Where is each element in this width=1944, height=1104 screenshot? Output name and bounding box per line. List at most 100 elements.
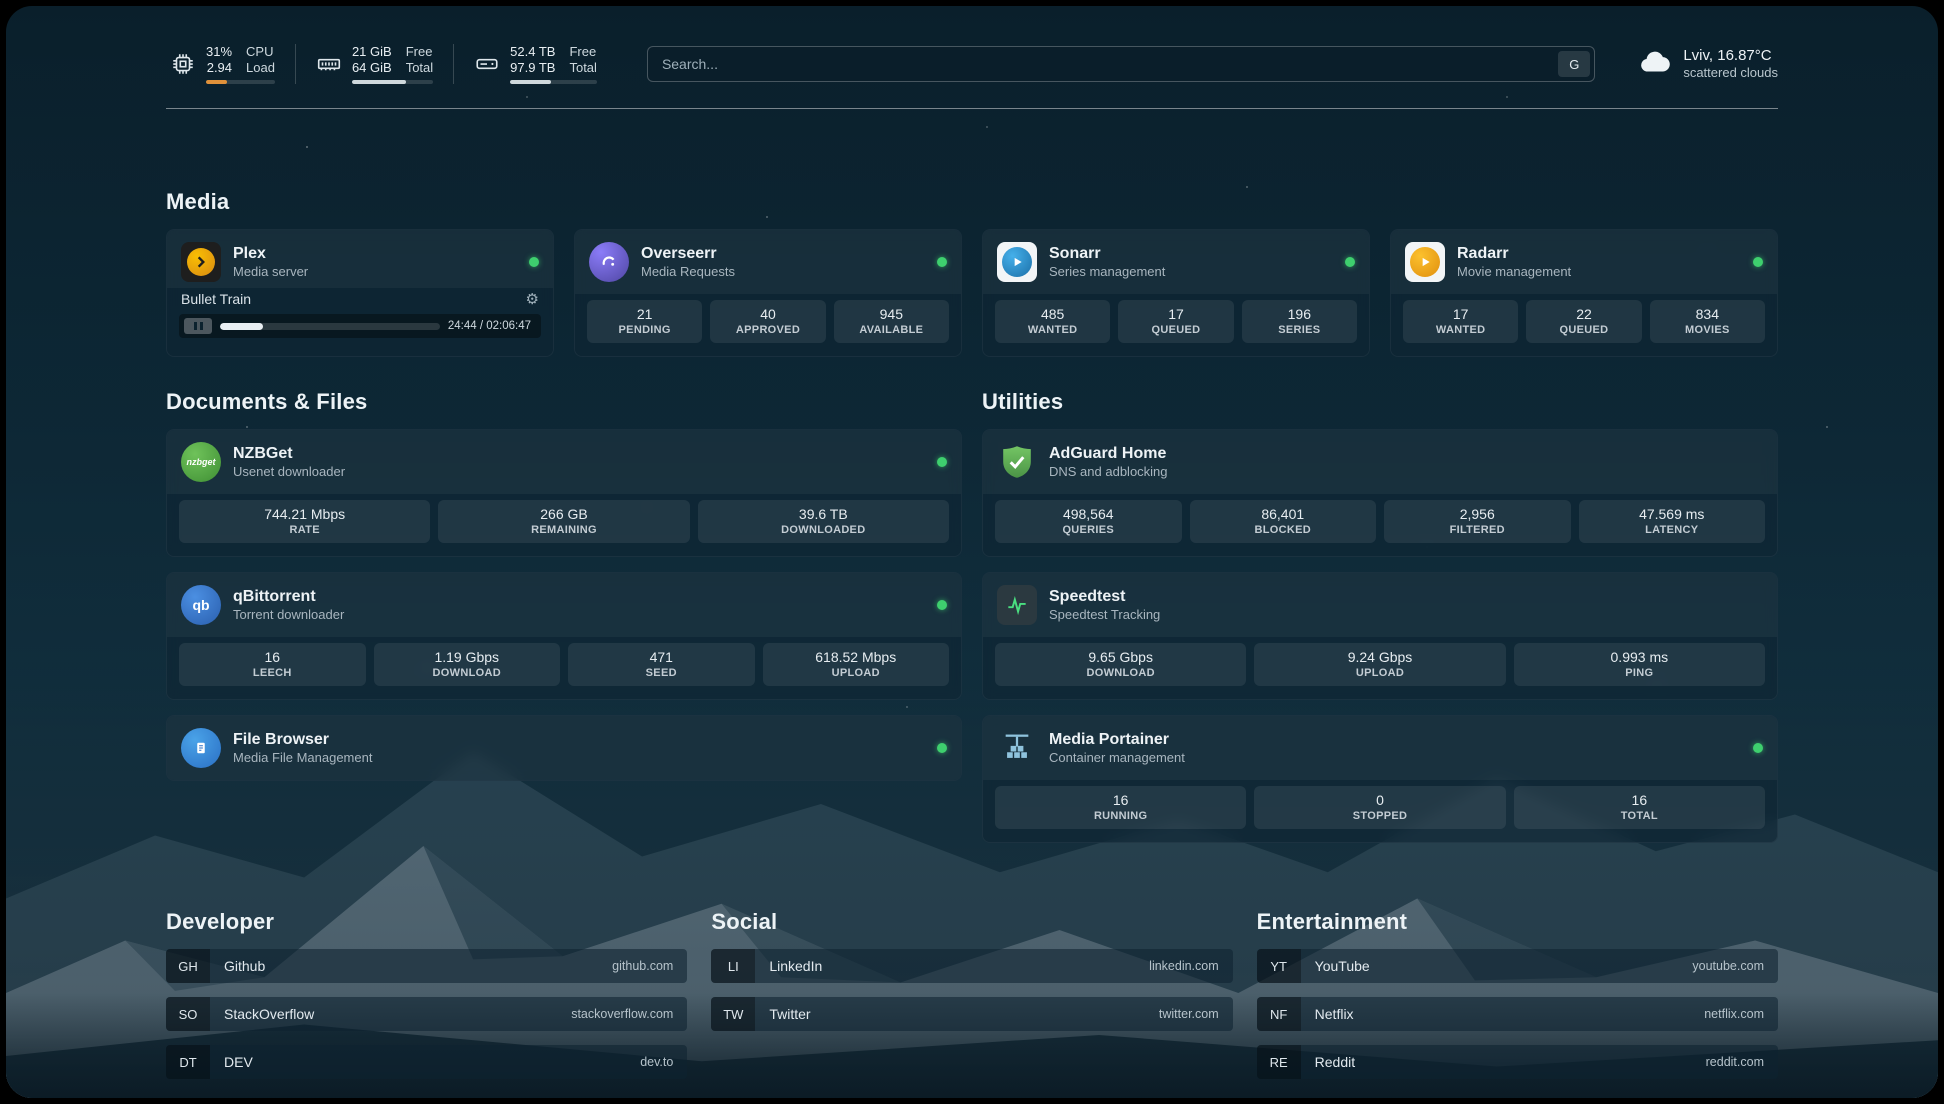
- service-link-filebrowser[interactable]: File Browser Media File Management: [167, 716, 961, 780]
- service-link-overseerr[interactable]: Overseerr Media Requests: [575, 230, 961, 294]
- status-dot: [937, 257, 947, 267]
- weather-widget[interactable]: Lviv, 16.87°C scattered clouds: [1637, 46, 1778, 82]
- plex-player-bar: 24:44 / 02:06:47: [179, 314, 541, 338]
- status-dot: [1345, 257, 1355, 267]
- memory-total-label: Total: [406, 60, 433, 75]
- service-link-nzbget[interactable]: nzbget NZBGet Usenet downloader: [167, 430, 961, 494]
- section-documents: Documents & Files nzbget NZBGet Usenet d…: [166, 389, 962, 843]
- section-utilities: Utilities: [982, 389, 1778, 843]
- bookmark-twitter[interactable]: TW Twitter twitter.com: [711, 997, 1232, 1031]
- stat-download: 9.65 GbpsDOWNLOAD: [995, 643, 1246, 686]
- snow-specks: [6, 6, 8, 8]
- section-title-media: Media: [166, 189, 1778, 215]
- service-link-adguard[interactable]: AdGuard Home DNS and adblocking: [983, 430, 1777, 494]
- disk-free-label: Free: [569, 44, 596, 59]
- disk-icon: [474, 51, 500, 77]
- bookmark-name: YouTube: [1315, 958, 1370, 974]
- status-dot: [937, 743, 947, 753]
- bookmark-name: Reddit: [1315, 1054, 1355, 1070]
- stat-queries: 498,564QUERIES: [995, 500, 1182, 543]
- service-subtitle: Media File Management: [233, 750, 925, 766]
- dashboard-screen: 31% CPU 2.94 Load 21: [6, 6, 1938, 1098]
- bookmark-name: StackOverflow: [224, 1006, 314, 1022]
- cpu-icon: [170, 51, 196, 77]
- service-subtitle: Media server: [233, 264, 517, 280]
- service-subtitle: Container management: [1049, 750, 1741, 766]
- stat-ping: 0.993 msPING: [1514, 643, 1765, 686]
- filebrowser-icon: [181, 728, 221, 768]
- bookmark-group-entertainment: Entertainment YT YouTube youtube.com NF …: [1257, 909, 1778, 1079]
- service-subtitle: Movie management: [1457, 264, 1741, 280]
- section-title-documents: Documents & Files: [166, 389, 962, 415]
- service-card-portainer: Media Portainer Container management 16R…: [982, 715, 1778, 843]
- bookmark-name: LinkedIn: [769, 958, 822, 974]
- stat-latency: 47.569 msLATENCY: [1579, 500, 1766, 543]
- service-link-sonarr[interactable]: Sonarr Series management: [983, 230, 1369, 294]
- section-title-social: Social: [711, 909, 1232, 935]
- service-link-plex[interactable]: Plex Media server: [167, 230, 553, 288]
- bookmark-abbr: TW: [711, 997, 755, 1031]
- bookmark-name: DEV: [224, 1054, 253, 1070]
- bookmark-stackoverflow[interactable]: SO StackOverflow stackoverflow.com: [166, 997, 687, 1031]
- nzbget-icon: nzbget: [181, 442, 221, 482]
- service-link-qbittorrent[interactable]: qb qBittorrent Torrent downloader: [167, 573, 961, 637]
- service-name: Plex: [233, 245, 266, 262]
- search-provider-button[interactable]: G: [1558, 51, 1590, 77]
- weather-location: Lviv, 16.87°C: [1683, 46, 1778, 66]
- memory-usage-bar: [352, 80, 433, 84]
- status-dot: [1753, 743, 1763, 753]
- stat-movies: 834MOVIES: [1650, 300, 1765, 343]
- topbar: 31% CPU 2.94 Load 21: [166, 6, 1778, 84]
- status-dot: [937, 457, 947, 467]
- speedtest-icon: [997, 585, 1037, 625]
- bookmark-url: dev.to: [640, 1055, 673, 1069]
- stat-running: 16RUNNING: [995, 786, 1246, 829]
- service-subtitle: Usenet downloader: [233, 464, 925, 480]
- playback-progress-bar[interactable]: [220, 323, 440, 330]
- service-subtitle: Torrent downloader: [233, 607, 925, 623]
- bookmark-abbr: DT: [166, 1045, 210, 1079]
- bookmark-url: twitter.com: [1159, 1007, 1219, 1021]
- service-link-speedtest[interactable]: Speedtest Speedtest Tracking: [983, 573, 1777, 637]
- bookmark-name: Twitter: [769, 1006, 810, 1022]
- bookmark-url: youtube.com: [1692, 959, 1764, 973]
- plex-icon: [181, 242, 221, 282]
- memory-free-label: Free: [406, 44, 433, 59]
- stat-remaining: 266 GBREMAINING: [438, 500, 689, 543]
- gear-icon[interactable]: ⚙: [526, 290, 539, 308]
- disk-total-value: 97.9 TB: [510, 60, 555, 75]
- bookmark-github[interactable]: GH Github github.com: [166, 949, 687, 983]
- bookmark-reddit[interactable]: RE Reddit reddit.com: [1257, 1045, 1778, 1079]
- service-card-sonarr: Sonarr Series management 485WANTED 17QUE…: [982, 229, 1370, 357]
- cpu-load-value: 2.94: [206, 60, 232, 75]
- stat-pending: 21PENDING: [587, 300, 702, 343]
- pause-button[interactable]: [184, 318, 212, 334]
- radarr-icon: [1405, 242, 1445, 282]
- status-dot: [529, 257, 539, 267]
- bookmark-netflix[interactable]: NF Netflix netflix.com: [1257, 997, 1778, 1031]
- stat-wanted: 485WANTED: [995, 300, 1110, 343]
- service-card-plex: Plex Media server Bullet Train ⚙ 24:44 /…: [166, 229, 554, 357]
- bookmark-linkedin[interactable]: LI LinkedIn linkedin.com: [711, 949, 1232, 983]
- stat-download: 1.19 GbpsDOWNLOAD: [374, 643, 561, 686]
- overseerr-icon: [589, 242, 629, 282]
- search-input[interactable]: [647, 46, 1595, 82]
- bookmark-abbr: LI: [711, 949, 755, 983]
- stat-seed: 471SEED: [568, 643, 755, 686]
- stat-leech: 16LEECH: [179, 643, 366, 686]
- bookmark-name: Netflix: [1315, 1006, 1354, 1022]
- stat-downloaded: 39.6 TBDOWNLOADED: [698, 500, 949, 543]
- section-title-developer: Developer: [166, 909, 687, 935]
- disk-widget: 52.4 TB Free 97.9 TB Total: [453, 44, 617, 84]
- bookmark-url: github.com: [612, 959, 673, 973]
- bookmark-youtube[interactable]: YT YouTube youtube.com: [1257, 949, 1778, 983]
- service-card-overseerr: Overseerr Media Requests 21PENDING 40APP…: [574, 229, 962, 357]
- stat-series: 196SERIES: [1242, 300, 1357, 343]
- service-link-portainer[interactable]: Media Portainer Container management: [983, 716, 1777, 780]
- cpu-load-label: Load: [246, 60, 275, 75]
- service-link-radarr[interactable]: Radarr Movie management: [1391, 230, 1777, 294]
- service-subtitle: Series management: [1049, 264, 1333, 280]
- stat-stopped: 0STOPPED: [1254, 786, 1505, 829]
- bookmark-dev[interactable]: DT DEV dev.to: [166, 1045, 687, 1079]
- stat-total: 16TOTAL: [1514, 786, 1765, 829]
